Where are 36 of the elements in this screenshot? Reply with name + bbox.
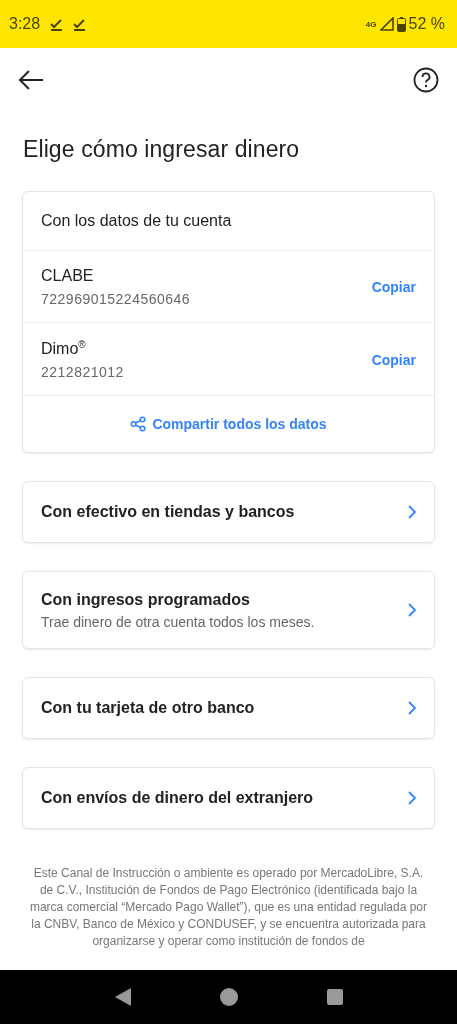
copy-button[interactable]: Copiar	[371, 279, 416, 295]
clock-time: 3:28	[9, 15, 41, 33]
help-icon[interactable]	[413, 67, 439, 93]
battery-percent: 52 %	[408, 15, 445, 33]
option-subtitle: Trae dinero de otra cuenta todos los meses.	[41, 613, 316, 630]
option-title: Con envíos de dinero del extranjero	[41, 789, 315, 808]
back-arrow-icon[interactable]	[18, 70, 44, 90]
back-nav-icon[interactable]	[114, 987, 133, 1007]
share-icon	[130, 416, 147, 433]
share-button[interactable]: Compartir todos los datos	[130, 416, 327, 433]
option-card[interactable]: Con ingresos programados Trae dinero de otra cuenta todos los meses.	[22, 571, 435, 650]
signal-icon	[379, 17, 394, 31]
legal-text: Este Canal de Instrucción o ambiente es operado por MercadoLibre, S.A. de C.V., Institución de Fondos de Pago Electrónico (identificada bajo la marca comercial “Mercado Pago Wallet”), que es una entidad regulada por la CNBV, Banco de México y CONDUSEF, y se encuentra autorizada para organizarse y operar como institución de fondos de	[28, 865, 429, 951]
chevron-right-icon	[408, 603, 416, 618]
option-title: Con tu tarjeta de otro banco	[41, 699, 256, 718]
download-done-icon	[50, 17, 64, 31]
battery-icon	[396, 16, 406, 32]
download-done-icon	[73, 17, 87, 31]
network-type: 4G	[365, 19, 377, 29]
copy-button[interactable]: Copiar	[371, 351, 416, 368]
home-nav-icon[interactable]	[220, 988, 239, 1006]
field-value: 722969015224560646	[41, 291, 192, 307]
chevron-right-icon	[408, 701, 416, 716]
recents-nav-icon[interactable]	[326, 989, 343, 1005]
option-card[interactable]: Con envíos de dinero del extranjero	[22, 767, 435, 830]
page-title: Elige cómo ingresar dinero	[23, 136, 301, 163]
field-label: CLABE	[41, 267, 95, 285]
card-title: Con los datos de tu cuenta	[23, 192, 434, 251]
option-title: Con efectivo en tiendas y bancos	[41, 503, 296, 522]
option-card[interactable]: Con tu tarjeta de otro banco	[22, 677, 435, 740]
chevron-right-icon	[408, 505, 416, 520]
field-label: Dimo$^{®}$	[41, 339, 87, 359]
field-value: 2212821012	[41, 364, 125, 381]
chevron-right-icon	[408, 791, 416, 806]
option-title: Con ingresos programados	[41, 590, 251, 609]
option-card[interactable]: Con efectivo en tiendas y bancos	[22, 481, 435, 544]
